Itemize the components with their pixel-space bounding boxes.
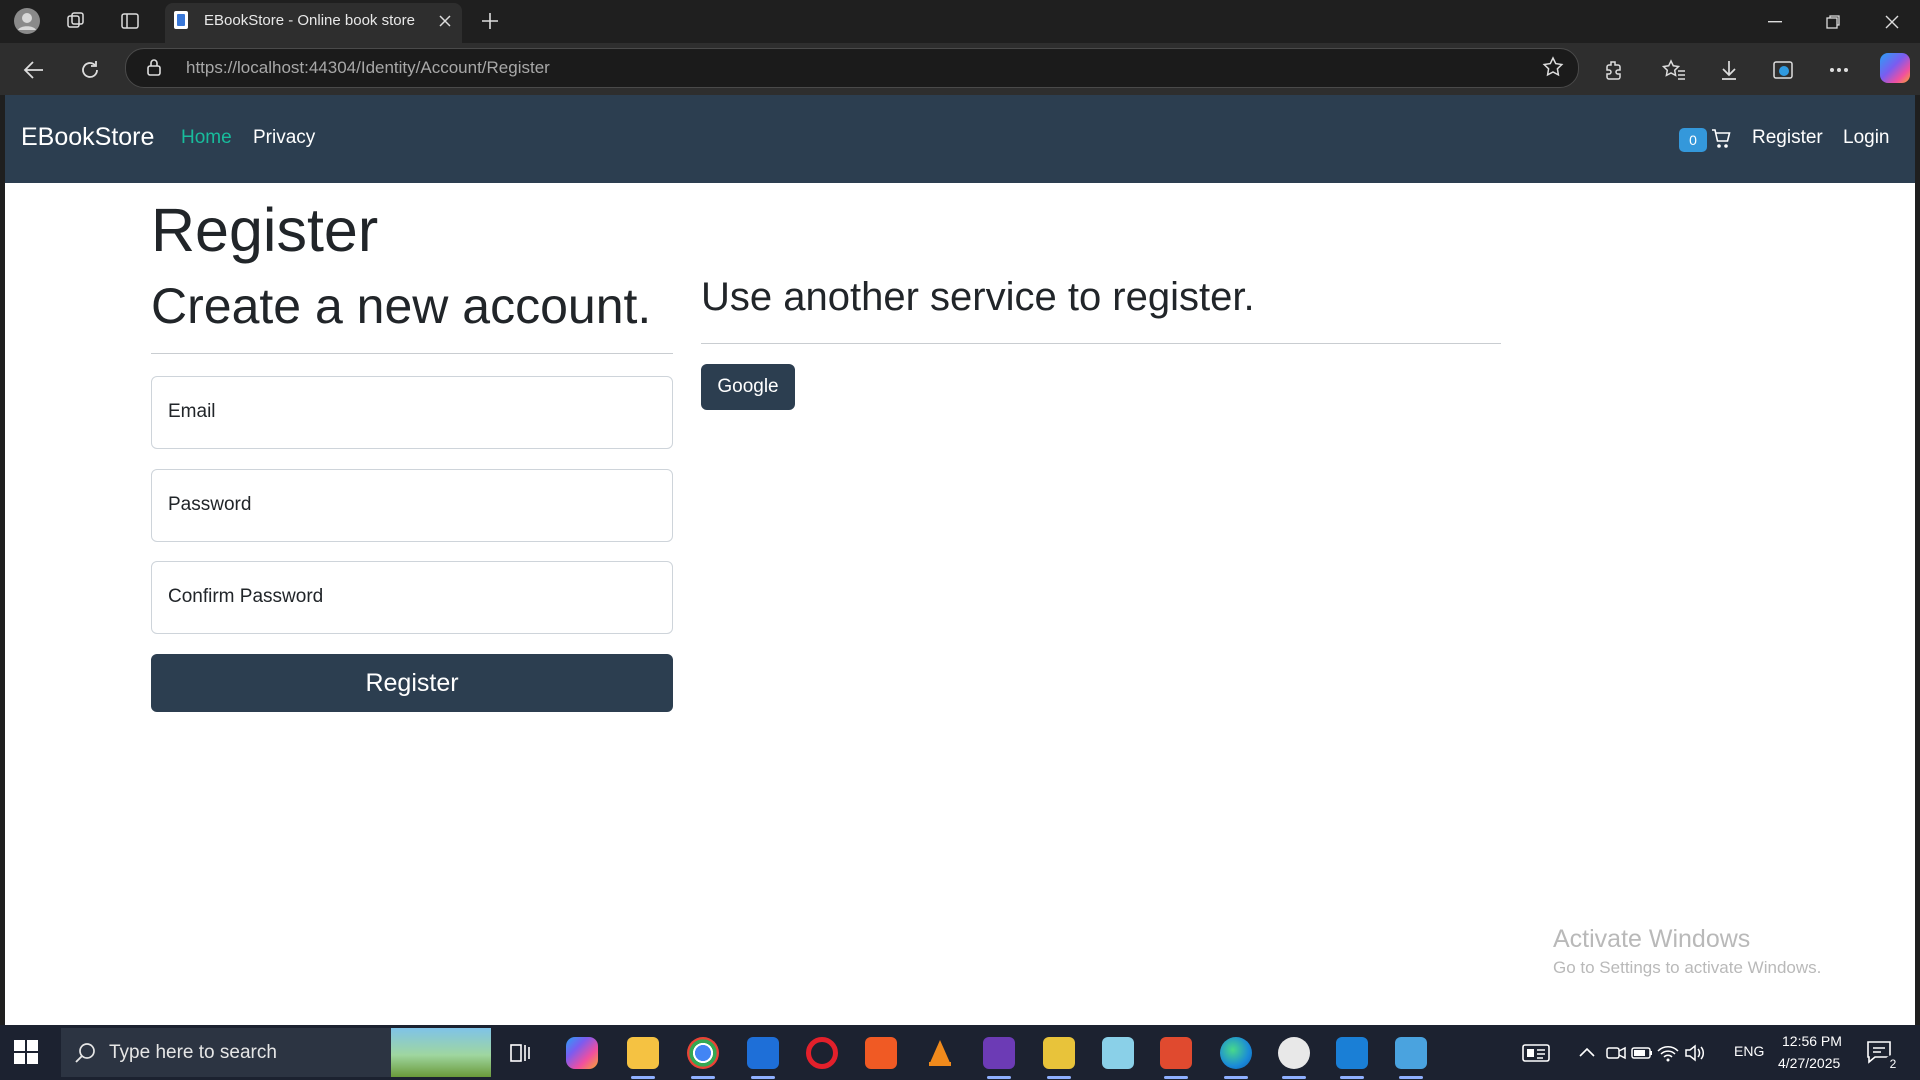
paint-icon[interactable] xyxy=(1278,1037,1310,1069)
edge-app-icon[interactable] xyxy=(1220,1037,1252,1069)
cart-icon[interactable] xyxy=(1711,128,1731,150)
form-divider xyxy=(151,353,673,354)
external-login-heading: Use another service to register. xyxy=(701,275,1255,319)
extensions-icon[interactable] xyxy=(1597,53,1631,87)
brave-icon[interactable] xyxy=(865,1037,897,1069)
minimize-icon[interactable] xyxy=(1747,0,1803,43)
file-explorer-running-indicator xyxy=(631,1076,655,1079)
site-navbar: EBookStore Home Privacy 0 Register Login xyxy=(5,95,1915,183)
search-icon xyxy=(75,1042,97,1064)
form-heading: Create a new account. xyxy=(151,278,652,334)
photos-icon[interactable] xyxy=(1395,1037,1427,1069)
downloads-icon[interactable] xyxy=(1712,53,1746,87)
taskbar-search-box[interactable]: Type here to search xyxy=(61,1028,491,1077)
confirm-password-field[interactable]: Confirm Password xyxy=(151,561,673,634)
battery-icon[interactable] xyxy=(1630,1037,1654,1069)
volume-icon[interactable] xyxy=(1683,1037,1707,1069)
edge-running-indicator xyxy=(1224,1076,1248,1079)
cart-count-badge[interactable]: 0 xyxy=(1679,128,1707,152)
activate-windows-title: Activate Windows xyxy=(1553,925,1751,953)
lock-icon[interactable] xyxy=(146,58,162,76)
show-hidden-icons-icon[interactable] xyxy=(1576,1037,1598,1069)
vscode-icon[interactable] xyxy=(1336,1037,1368,1069)
vertical-tabs-icon[interactable] xyxy=(115,6,145,36)
chrome-icon[interactable] xyxy=(687,1037,719,1069)
password-field[interactable]: Password xyxy=(151,469,673,542)
task-view-icon[interactable] xyxy=(504,1037,536,1069)
media-player-running-indicator xyxy=(751,1076,775,1079)
git-running-indicator xyxy=(1164,1076,1188,1079)
more-options-icon[interactable] xyxy=(1822,53,1856,87)
password-label: Password xyxy=(168,494,252,515)
page-title: Register xyxy=(151,196,379,264)
language-indicator[interactable]: ENG xyxy=(1734,1043,1764,1059)
news-widget-icon[interactable] xyxy=(1520,1037,1552,1069)
tab-title: EBookStore - Online book store xyxy=(204,12,415,29)
file-explorer-icon[interactable] xyxy=(627,1037,659,1069)
activate-windows-subtitle: Go to Settings to activate Windows. xyxy=(1553,958,1822,977)
back-icon[interactable] xyxy=(17,53,51,87)
restore-icon[interactable] xyxy=(1805,0,1861,43)
refresh-icon[interactable] xyxy=(73,53,107,87)
photos-running-indicator xyxy=(1399,1076,1423,1079)
windows-taskbar: Type here to search ENG 12:56 PM 4/27/20… xyxy=(0,1025,1920,1080)
windows-start-icon[interactable] xyxy=(14,1040,38,1064)
browser-toolbar: https://localhost:44304/Identity/Account… xyxy=(0,43,1920,95)
external-divider xyxy=(701,343,1501,344)
sticky-notes-icon[interactable] xyxy=(1043,1037,1075,1069)
copilot-icon[interactable] xyxy=(1880,53,1910,83)
page-viewport: EBookStore Home Privacy 0 Register Login… xyxy=(5,95,1915,1025)
google-login-button[interactable]: Google xyxy=(701,364,795,410)
workspaces-icon[interactable] xyxy=(61,6,91,36)
copilot-app-icon[interactable] xyxy=(566,1037,598,1069)
nav-home-link[interactable]: Home xyxy=(181,127,232,149)
favorites-icon[interactable] xyxy=(1657,53,1691,87)
search-placeholder: Type here to search xyxy=(109,1042,277,1063)
profile-icon[interactable] xyxy=(12,6,42,36)
nav-privacy-link[interactable]: Privacy xyxy=(253,127,315,149)
site-brand-link[interactable]: EBookStore xyxy=(21,123,154,152)
search-highlight-image xyxy=(391,1028,491,1077)
email-field[interactable]: Email xyxy=(151,376,673,449)
media-player-icon[interactable] xyxy=(747,1037,779,1069)
confirm-password-label: Confirm Password xyxy=(168,586,324,607)
git-icon[interactable] xyxy=(1160,1037,1192,1069)
edge-bar-icon[interactable] xyxy=(1767,53,1801,87)
meet-now-icon[interactable] xyxy=(1604,1037,1628,1069)
clock-time[interactable]: 12:56 PM xyxy=(1782,1033,1842,1049)
opera-icon[interactable] xyxy=(806,1037,838,1069)
wifi-icon[interactable] xyxy=(1656,1037,1680,1069)
nav-register-link[interactable]: Register xyxy=(1752,127,1823,149)
close-window-icon[interactable] xyxy=(1864,0,1920,43)
email-label: Email xyxy=(168,401,216,422)
sticky-notes-running-indicator xyxy=(1047,1076,1071,1079)
visual-studio-running-indicator xyxy=(987,1076,1011,1079)
chrome-running-indicator xyxy=(691,1076,715,1079)
clock-date[interactable]: 4/27/2025 xyxy=(1778,1055,1840,1071)
notification-count-badge: 2 xyxy=(1884,1055,1902,1073)
nav-login-link[interactable]: Login xyxy=(1843,127,1890,149)
register-submit-button[interactable]: Register xyxy=(151,654,673,712)
visual-studio-icon[interactable] xyxy=(983,1037,1015,1069)
address-bar[interactable]: https://localhost:44304/Identity/Account… xyxy=(125,48,1579,88)
notepad-icon[interactable] xyxy=(1102,1037,1134,1069)
vscode-running-indicator xyxy=(1340,1076,1364,1079)
paint-running-indicator xyxy=(1282,1076,1306,1079)
tab-close-icon[interactable] xyxy=(434,10,456,32)
vlc-icon[interactable] xyxy=(924,1037,956,1069)
address-text[interactable]: https://localhost:44304/Identity/Account… xyxy=(186,58,550,78)
browser-titlebar: EBookStore - Online book store xyxy=(0,0,1920,43)
tab-favicon-icon xyxy=(174,11,188,29)
new-tab-icon[interactable] xyxy=(475,6,505,36)
favorite-star-icon[interactable] xyxy=(1542,56,1564,78)
